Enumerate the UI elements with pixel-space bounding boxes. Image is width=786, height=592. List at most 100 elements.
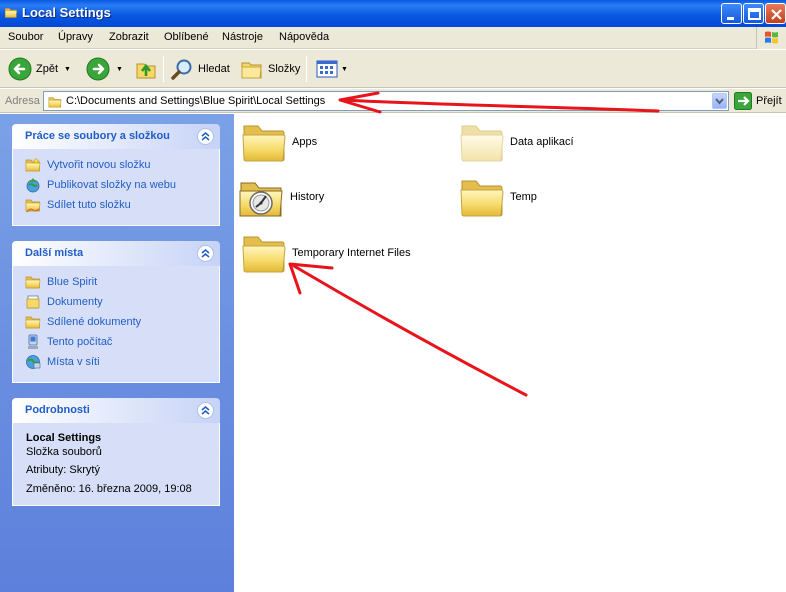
go-button[interactable]: Přejít — [734, 92, 782, 110]
folder-item-temp[interactable]: Temp — [458, 173, 537, 221]
place-documents[interactable]: Dokumenty — [25, 294, 103, 310]
menu-edit[interactable]: Úpravy — [58, 31, 93, 43]
minimize-icon — [727, 17, 734, 20]
address-dropdown-button[interactable] — [712, 93, 727, 109]
task-share-folder[interactable]: Sdílet tuto složku — [25, 197, 131, 213]
chevron-down-icon — [715, 98, 724, 105]
folder-label: Apps — [292, 136, 318, 148]
details-panel-header[interactable]: Podrobnosti — [12, 398, 220, 423]
details-panel-title: Podrobnosti — [25, 404, 90, 416]
menu-bar: Soubor Úpravy Zobrazit Oblíbené Nástroje… — [0, 27, 786, 49]
minimize-button[interactable] — [721, 3, 742, 24]
tasks-panel: Práce se soubory a složkou Vytvořit novo… — [12, 124, 220, 226]
folder-icon — [47, 95, 63, 109]
task-pane: Práce se soubory a složkou Vytvořit novo… — [0, 114, 234, 592]
address-input[interactable]: C:\Documents and Settings\Blue Spirit\Lo… — [43, 91, 729, 111]
forward-button[interactable]: ▼ — [86, 55, 123, 83]
network-places-icon — [26, 355, 41, 369]
menu-tools[interactable]: Nástroje — [222, 31, 263, 43]
folders-button[interactable]: Složky — [240, 55, 300, 83]
title-bar[interactable]: Local Settings — [0, 0, 786, 27]
search-icon — [171, 59, 192, 80]
task-publish-web-label: Publikovat složky na webu — [47, 179, 177, 191]
details-panel-body: Local Settings Složka souborů Atributy: … — [12, 423, 220, 506]
folder-view: Apps Data aplikací History Temp Temporar… — [234, 114, 786, 592]
tasks-panel-header[interactable]: Práce se soubory a složkou — [12, 124, 220, 149]
folders-label: Složky — [268, 63, 301, 75]
windows-flag-icon — [765, 31, 778, 44]
back-button[interactable]: Zpět ▼ — [8, 55, 71, 83]
toolbar-separator — [306, 56, 307, 82]
place-label: Sdílené dokumenty — [47, 316, 142, 328]
folder-item-history[interactable]: History — [238, 173, 324, 221]
computer-icon — [28, 334, 38, 349]
toolbar-separator — [163, 56, 164, 82]
views-button[interactable]: ▼ — [315, 55, 348, 83]
history-folder-icon — [239, 182, 283, 217]
collapse-button[interactable] — [197, 402, 214, 419]
search-button[interactable]: Hledat — [170, 55, 230, 83]
place-my-computer[interactable]: Tento počítač — [25, 334, 112, 350]
address-bar: Adresa C:\Documents and Settings\Blue Sp… — [0, 89, 786, 113]
back-arrow-icon — [8, 57, 32, 81]
tasks-panel-body: Vytvořit novou složku Publikovat složky … — [12, 149, 220, 226]
place-label: Tento počítač — [47, 336, 113, 348]
close-icon — [771, 9, 782, 20]
close-button[interactable] — [765, 3, 786, 24]
menu-file[interactable]: Soubor — [8, 31, 43, 43]
chevron-up-icon — [201, 406, 210, 415]
folders-icon — [241, 62, 262, 79]
task-new-folder-label: Vytvořit novou složku — [47, 159, 151, 171]
address-label: Adresa — [5, 95, 40, 107]
documents-icon — [26, 295, 40, 309]
share-folder-icon — [25, 197, 41, 213]
collapse-button[interactable] — [197, 245, 214, 262]
place-network[interactable]: Místa v síti — [25, 354, 100, 370]
folder-label: Data aplikací — [510, 136, 574, 148]
folder-label: History — [290, 191, 325, 203]
chevron-up-icon — [201, 132, 210, 141]
views-dropdown-icon[interactable]: ▼ — [341, 66, 348, 73]
places-panel-header[interactable]: Další místa — [12, 241, 220, 266]
maximize-button[interactable] — [743, 3, 764, 24]
folder-icon — [25, 314, 41, 330]
menu-view[interactable]: Zobrazit — [109, 31, 149, 43]
folder-label: Temporary Internet Files — [292, 247, 411, 259]
forward-dropdown-icon[interactable]: ▼ — [116, 66, 123, 73]
task-publish-web[interactable]: Publikovat složky na webu — [25, 177, 176, 193]
folder-icon — [3, 6, 19, 19]
menu-favorites[interactable]: Oblíbené — [164, 31, 209, 43]
publish-web-icon — [26, 178, 40, 193]
details-type: Složka souborů — [26, 446, 102, 458]
collapse-button[interactable] — [197, 128, 214, 145]
up-button[interactable] — [134, 55, 158, 83]
place-label: Místa v síti — [47, 356, 100, 368]
folder-icon-hidden — [458, 118, 506, 166]
go-arrow-icon — [734, 92, 752, 110]
place-blue-spirit[interactable]: Blue Spirit — [25, 274, 97, 290]
search-label: Hledat — [198, 63, 230, 75]
back-dropdown-icon[interactable]: ▼ — [64, 66, 71, 73]
details-panel: Podrobnosti Local Settings Složka soubor… — [12, 398, 220, 506]
folder-item-apps[interactable]: Apps — [240, 118, 317, 166]
details-attributes: Atributy: Skrytý — [26, 464, 100, 476]
menu-help[interactable]: Nápověda — [279, 31, 329, 43]
folder-item-temporary-internet-files[interactable]: Temporary Internet Files — [240, 229, 411, 277]
places-panel-title: Další místa — [25, 247, 84, 259]
windows-logo — [756, 27, 786, 49]
place-shared-documents[interactable]: Sdílené dokumenty — [25, 314, 141, 330]
folder-icon — [240, 229, 288, 277]
task-share-folder-label: Sdílet tuto složku — [47, 199, 131, 211]
folder-up-icon — [136, 63, 156, 79]
details-modified: Změněno: 16. března 2009, 19:08 — [26, 483, 192, 495]
folder-label: Temp — [510, 191, 537, 203]
folder-icon — [25, 274, 41, 290]
forward-arrow-icon — [86, 57, 110, 81]
new-folder-icon — [25, 157, 41, 173]
places-panel: Další místa Blue Spirit Dokumenty Sdílen… — [12, 241, 220, 383]
task-new-folder[interactable]: Vytvořit novou složku — [25, 157, 151, 173]
folder-icon — [240, 118, 288, 166]
folder-item-data-aplikaci[interactable]: Data aplikací — [458, 118, 574, 166]
tasks-panel-title: Práce se soubory a složkou — [25, 130, 170, 142]
place-label: Blue Spirit — [47, 276, 98, 288]
